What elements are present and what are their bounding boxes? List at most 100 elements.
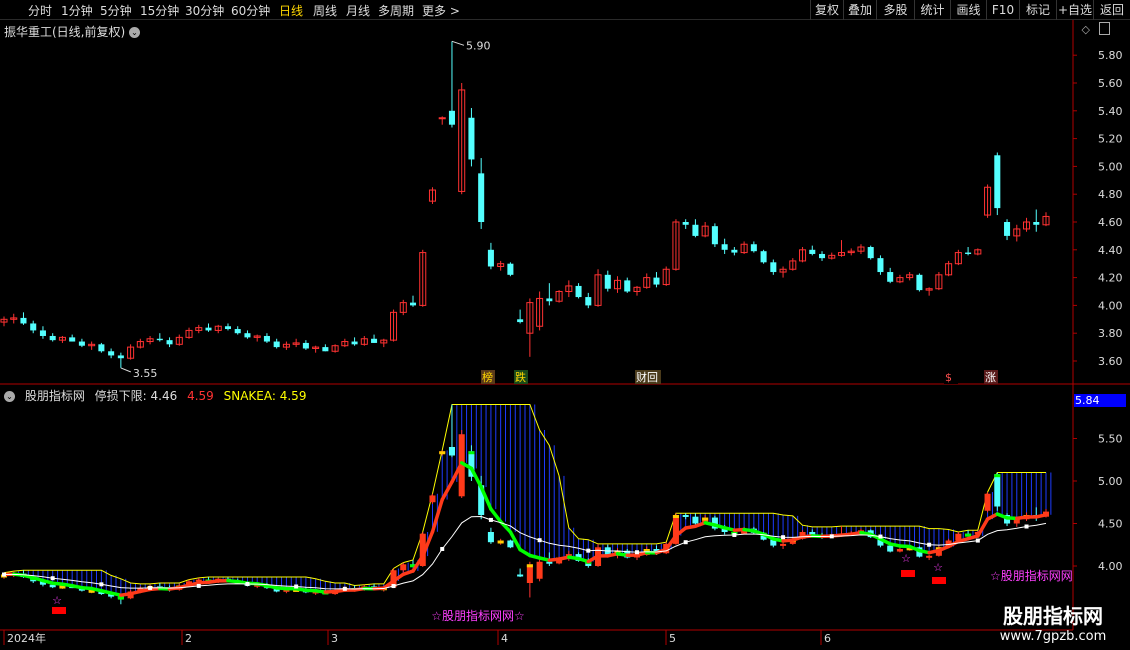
candle-body [916, 274, 923, 291]
candle-body [818, 253, 826, 259]
candle-body [877, 258, 884, 273]
current-value-box: 5.84 [1074, 394, 1126, 407]
ma-dot [488, 517, 493, 522]
kline-chart[interactable]: 5.80 5.60 5.40 5.20 5.00 4.80 4.60 4.40 4.20 4.00… [0, 0, 1130, 650]
ma-dot [829, 534, 834, 539]
candle-body [585, 297, 592, 306]
ind-candle-body [536, 561, 543, 579]
candle-body [487, 249, 494, 267]
trend-line-seg [469, 466, 483, 489]
candle-body [302, 342, 309, 349]
candle-body [692, 224, 699, 236]
candle-body [108, 351, 115, 356]
ma-dot [391, 584, 396, 589]
candle-body [205, 327, 212, 331]
candle-body [371, 338, 378, 343]
ma-dot [99, 582, 104, 587]
ind-candle-cap [702, 517, 709, 521]
indicator-name[interactable]: 股朋指标网 [25, 389, 85, 403]
candle-body [965, 252, 972, 254]
signal-block [901, 570, 915, 577]
ind-candle-body [429, 495, 436, 503]
candle-body [98, 344, 105, 352]
candle-body [166, 340, 173, 345]
candle-body [39, 330, 46, 336]
candle-body [867, 247, 874, 259]
candle-body [78, 341, 85, 346]
high-marker-line [451, 40, 465, 46]
candle-body [994, 155, 1001, 209]
price-axis-label: 4.20 [1098, 272, 1123, 285]
candle-body [322, 347, 329, 352]
ma-dot [245, 582, 250, 587]
ind-candle-body [517, 574, 524, 577]
ind-candle-body [448, 447, 455, 456]
candle-body [49, 335, 56, 341]
price-axis-label: 3.60 [1098, 355, 1123, 368]
signal-block [52, 607, 66, 614]
ma-dot [634, 550, 639, 555]
indicator-axis-label: 5.50 [1098, 433, 1123, 446]
candle-body [731, 249, 738, 253]
ind-candle-body [400, 564, 407, 571]
ind-candle-cap [468, 451, 475, 455]
snake-value: SNAKEA: 4.59 [223, 389, 307, 403]
indicator-axis-label: 4.00 [1098, 560, 1123, 573]
signal-block [932, 577, 946, 584]
candle-body [263, 335, 270, 342]
indicator-value2: 4.59 [187, 389, 214, 403]
price-axis-label: 4.00 [1098, 299, 1123, 312]
ma-dot [732, 532, 737, 537]
price-axis-label: 5.80 [1098, 49, 1123, 62]
ma-dot [975, 538, 980, 543]
ind-candle-cap [497, 540, 504, 544]
candle-body [156, 338, 163, 341]
event-tag: 跌 [515, 370, 526, 384]
candle-body [604, 274, 611, 289]
stop-loss-value: 停损下限: 4.46 [94, 389, 178, 403]
date-label: 4 [501, 632, 508, 645]
candle-body [809, 249, 816, 254]
candle-body [770, 262, 777, 273]
candle-body [760, 251, 767, 263]
candle-body [750, 244, 757, 252]
ma-dot [537, 538, 542, 543]
price-axis-label: 5.40 [1098, 105, 1123, 118]
ma-dot [2, 572, 6, 577]
candle-body [653, 277, 660, 285]
ind-candle-cap [526, 564, 533, 568]
candle-body [438, 117, 446, 120]
ma-dot [781, 535, 786, 540]
ma-dot [927, 542, 932, 547]
ind-candle-body [487, 532, 494, 543]
candle-body [887, 272, 894, 282]
star-marker: ☆ [901, 552, 911, 565]
price-axis-label: 4.60 [1098, 216, 1123, 229]
event-tag: 财回 [636, 370, 658, 384]
candle-body [711, 226, 718, 245]
ind-candle-body [507, 540, 514, 548]
high-price-marker: 5.90 [466, 39, 491, 52]
ma-dot [148, 585, 153, 590]
ma-dot [440, 546, 445, 551]
ind-candle-body [682, 515, 689, 517]
ind-candle-cap [439, 451, 446, 455]
indicator-menu-icon[interactable]: ⌄ [4, 391, 15, 402]
ind-candle-body [809, 532, 816, 535]
candle-body [30, 323, 37, 331]
price-axis-label: 4.80 [1098, 188, 1123, 201]
date-label: 2 [185, 632, 192, 645]
indicator-watermark-right: ☆股朋指标网网 [990, 568, 1073, 583]
indicator-watermark: ☆股朋指标网网☆ [431, 608, 525, 623]
candle-body [20, 317, 27, 324]
candle-body [234, 329, 241, 334]
ma-dot [1024, 524, 1029, 529]
low-marker-line [120, 367, 132, 373]
ind-candle-cap [965, 533, 972, 537]
price-axis-label: 3.80 [1098, 327, 1123, 340]
price-axis-label: 5.20 [1098, 133, 1123, 146]
ind-candle-cap [117, 596, 124, 600]
brand-watermark: 股朋指标网 www.7gpzb.com [978, 600, 1128, 648]
date-label: 2024年 [7, 631, 46, 645]
ind-candle-body [926, 555, 933, 558]
